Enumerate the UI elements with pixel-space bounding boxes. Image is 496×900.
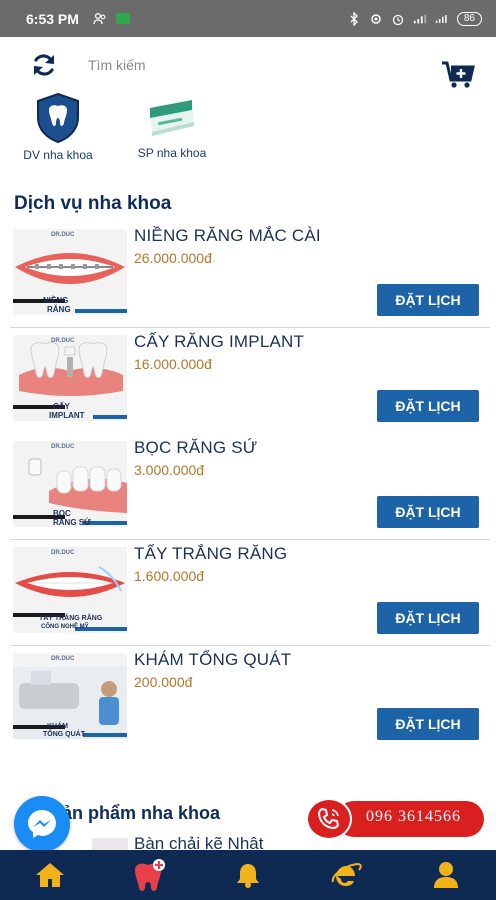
user-icon (434, 862, 459, 888)
browser-icon (332, 862, 362, 886)
people-icon (93, 12, 107, 26)
service-thumbnail: DR.DUC TẨY TRẮNG RĂNG CÔNG NGHỆ MỸ (13, 547, 127, 633)
bottom-nav (0, 850, 496, 900)
hotline-button[interactable]: 096 3614566 (306, 798, 484, 840)
product-thumbnail (92, 838, 128, 850)
nav-notifications[interactable] (198, 850, 297, 900)
section-title-products: Sản phẩm nha khoa (50, 803, 221, 823)
nav-account[interactable] (397, 850, 496, 900)
service-item[interactable]: DR.DUC KHÁM TỔNG QUÁT KHÁM TỔNG QUÁT 200… (0, 646, 496, 752)
service-name: BỌC RĂNG SỨ (134, 438, 258, 457)
status-time: 6:53 PM (26, 10, 79, 27)
service-item[interactable]: DR.DUC TẨY TRẮNG RĂNG CÔNG NGHỆ MỸ TẨY T… (0, 540, 496, 646)
search-input[interactable] (88, 53, 408, 77)
category-sp-nha-khoa[interactable]: SP nha khoa (124, 92, 220, 160)
bluetooth-icon (347, 11, 361, 26)
hotline-number: 096 3614566 (366, 808, 461, 825)
service-thumbnail: DR.DUC NIỀNG RĂNG (13, 229, 127, 315)
service-price: 1.600.000đ (134, 568, 205, 584)
book-appointment-button[interactable]: ĐẶT LỊCH (377, 708, 479, 740)
service-name: NIỀNG RĂNG MẮC CÀI (134, 226, 321, 245)
category-label: SP nha khoa (137, 146, 207, 160)
category-dv-nha-khoa[interactable]: DV nha khoa (10, 92, 106, 162)
nav-dental-services[interactable] (99, 850, 198, 900)
service-price: 26.000.000đ (134, 250, 212, 266)
tooth-shield-icon (37, 92, 79, 144)
search-header (0, 37, 496, 92)
service-name: TẨY TRẮNG RĂNG (134, 544, 288, 563)
phone-icon (306, 798, 352, 840)
service-item[interactable]: DR.DUC NIỀNG RĂNG NIỀNG RĂNG MẮC CÀI 26.… (0, 222, 496, 328)
alarm-icon (391, 12, 405, 26)
service-name: KHÁM TỔNG QUÁT (134, 650, 292, 669)
nav-home[interactable] (0, 850, 99, 900)
refresh-icon[interactable] (30, 51, 58, 79)
service-item[interactable]: DR.DUC CẤY IMPLANT CẤY RĂNG IMPLANT 16.0… (0, 328, 496, 434)
bell-icon (237, 864, 259, 888)
home-icon (35, 863, 64, 887)
service-price: 3.000.000đ (134, 462, 205, 478)
signal-icon (413, 12, 427, 26)
book-appointment-button[interactable]: ĐẶT LỊCH (377, 284, 479, 316)
book-appointment-button[interactable]: ĐẶT LỊCH (377, 390, 479, 422)
service-thumbnail: DR.DUC KHÁM TỔNG QUÁT (13, 653, 127, 739)
add-to-cart-icon[interactable] (440, 58, 476, 90)
category-label: DV nha khoa (23, 148, 93, 162)
messenger-icon (28, 810, 56, 838)
app-screen: 6:53 PM 86 Tìm kiếm DV nha khoa SP nha k… (0, 0, 496, 900)
dental-product-icon (150, 100, 194, 136)
battery-indicator: 86 (456, 11, 482, 26)
chat-app-icon (115, 12, 130, 26)
service-thumbnail: DR.DUC CẤY IMPLANT (13, 335, 127, 421)
tooth-plus-icon (134, 859, 165, 891)
service-name: CẤY RĂNG IMPLANT (134, 332, 305, 351)
service-thumbnail: DR.DUC BỌC RĂNG SỨ (13, 441, 127, 527)
book-appointment-button[interactable]: ĐẶT LỊCH (377, 496, 479, 528)
nav-browser[interactable] (298, 850, 397, 900)
service-price: 200.000đ (134, 674, 193, 690)
gear-status-icon (369, 12, 383, 26)
service-item[interactable]: DR.DUC BỌC RĂNG SỨ BỌC RĂNG SỨ 3.000.000… (0, 434, 496, 540)
service-price: 16.000.000đ (134, 356, 212, 372)
status-bar: 6:53 PM 86 (0, 0, 496, 37)
book-appointment-button[interactable]: ĐẶT LỊCH (377, 602, 479, 634)
signal-2-icon (435, 12, 449, 26)
messenger-button[interactable] (14, 796, 70, 852)
section-title-services: Dịch vụ nha khoa (14, 193, 172, 214)
